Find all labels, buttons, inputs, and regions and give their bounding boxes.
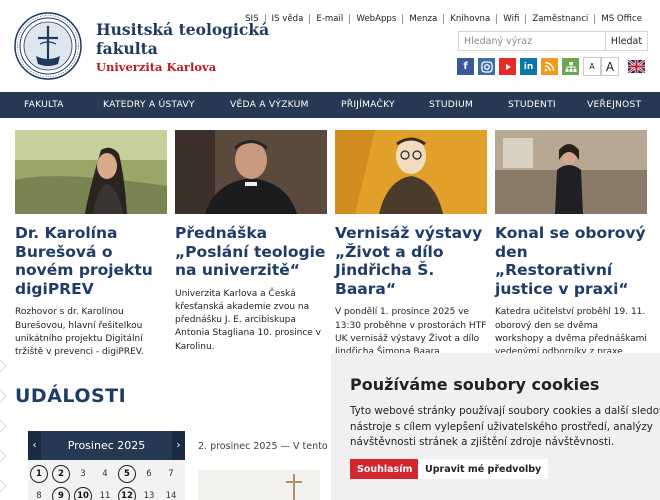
news-card[interactable]: Vernisáž výstavy „Život a dílo Jindřicha… bbox=[335, 130, 487, 359]
news-title[interactable]: Přednáška „Poslání teologie na univerzit… bbox=[175, 224, 327, 280]
social-links: f in bbox=[457, 58, 579, 75]
cookie-heading: Používáme soubory cookies bbox=[350, 375, 600, 394]
instagram-icon[interactable] bbox=[478, 58, 495, 75]
top-links: SIS IS věda E-mail WebApps Menza Knihovn… bbox=[239, 14, 648, 24]
calendar-day: 3 bbox=[80, 469, 86, 479]
events-calendar: ‹ Prosinec 2025 › 1 2 3 4 5 6 7 8 9 10 1… bbox=[28, 431, 185, 500]
brand-block[interactable]: Husitská teologická fakulta Univerzita K… bbox=[96, 20, 269, 74]
main-navigation: FAKULTA KATEDRY A ÚSTAVY VĚDA A VÝZKUM P… bbox=[0, 92, 660, 118]
site-header: Husitská teologická fakulta Univerzita K… bbox=[0, 0, 660, 92]
search-box: Hledaný výraz Hledat bbox=[458, 31, 648, 51]
news-title[interactable]: Konal se oborový den „Restorativní justi… bbox=[495, 224, 647, 298]
calendar-day[interactable]: 5 bbox=[118, 465, 136, 483]
news-photo-portrait-baar[interactable] bbox=[335, 130, 487, 214]
calendar-day[interactable]: 1 bbox=[30, 465, 48, 483]
event-thumbnail[interactable] bbox=[198, 470, 320, 500]
calendar-day[interactable]: 2 bbox=[52, 465, 70, 483]
calendar-day[interactable]: 9 bbox=[52, 487, 70, 500]
toplink-webapps[interactable]: WebApps bbox=[349, 14, 402, 24]
nav-item-studium[interactable]: STUDIUM bbox=[429, 99, 473, 110]
news-photo-archbishop[interactable] bbox=[175, 130, 327, 214]
nav-item-katedry[interactable]: KATEDRY A ÚSTAVY bbox=[103, 99, 195, 110]
calendar-day: 4 bbox=[102, 469, 108, 479]
calendar-day: 8 bbox=[36, 491, 42, 500]
toplink-sis[interactable]: SIS bbox=[239, 14, 264, 24]
calendar-next-button[interactable]: › bbox=[171, 431, 185, 460]
calendar-day: 11 bbox=[99, 491, 111, 500]
news-perex: Katedra učitelství proběhl 19. 11. oboro… bbox=[495, 307, 647, 357]
news-perex: Rozhovor s dr. Karolínou Burešovou, hlav… bbox=[15, 307, 144, 357]
news-card[interactable]: Přednáška „Poslání teologie na univerzit… bbox=[175, 130, 327, 354]
event-item-date[interactable]: 2. prosinec 2025 — V tento den bbox=[198, 441, 349, 452]
nav-item-prijimacky[interactable]: PŘIJÍMAČKY bbox=[341, 99, 395, 110]
calendar-day: 7 bbox=[168, 469, 174, 479]
decorative-edge-pattern bbox=[0, 359, 7, 493]
toplink-is-veda[interactable]: IS věda bbox=[264, 14, 310, 24]
events-heading: UDÁLOSTI bbox=[15, 385, 127, 407]
calendar-day: 6 bbox=[146, 469, 152, 479]
university-name: Univerzita Karlova bbox=[96, 60, 217, 74]
search-button[interactable]: Hledat bbox=[606, 31, 648, 51]
calendar-day[interactable]: 10 bbox=[74, 487, 92, 500]
toplink-menza[interactable]: Menza bbox=[402, 14, 443, 24]
calendar-day: 14 bbox=[165, 491, 177, 500]
cookie-text: Tyto webové stránky používají soubory co… bbox=[350, 405, 660, 448]
font-larger-button[interactable]: A bbox=[601, 57, 619, 76]
calendar-day: 13 bbox=[143, 491, 155, 500]
toplink-ms-office[interactable]: MS Office bbox=[594, 14, 648, 24]
faculty-seal-logo[interactable] bbox=[14, 12, 82, 80]
news-perex: V pondělí 1. prosince 2025 ve 13:30 prob… bbox=[335, 307, 487, 357]
toplink-wifi[interactable]: Wifi bbox=[496, 14, 525, 24]
brand-name-line2: fakulta bbox=[96, 39, 158, 58]
nav-item-studenti[interactable]: STUDENTI bbox=[508, 99, 556, 110]
news-card[interactable]: Dr. Karolína Burešová o novém projektu d… bbox=[15, 130, 167, 359]
linkedin-icon[interactable]: in bbox=[520, 58, 537, 75]
calendar-day[interactable]: 12 bbox=[118, 487, 136, 500]
news-title[interactable]: Vernisáž výstavy „Život a dílo Jindřicha… bbox=[335, 224, 487, 298]
news-photo-woman[interactable] bbox=[15, 130, 167, 214]
calendar-days: 1 2 3 4 5 6 7 8 9 10 11 12 13 14 bbox=[28, 460, 185, 500]
cookie-banner: Používáme soubory cookies Tyto webové st… bbox=[331, 353, 660, 500]
toplink-email[interactable]: E-mail bbox=[309, 14, 349, 24]
facebook-icon[interactable]: f bbox=[457, 58, 474, 75]
toplink-zamestnanci[interactable]: Zaměstnanci bbox=[525, 14, 594, 24]
nav-item-fakulta[interactable]: FAKULTA bbox=[24, 99, 64, 110]
nav-item-verejnost[interactable]: VEŘEJNOST bbox=[587, 99, 641, 110]
rss-icon[interactable] bbox=[541, 58, 558, 75]
calendar-prev-button[interactable]: ‹ bbox=[28, 431, 41, 460]
english-flag-icon[interactable] bbox=[628, 60, 645, 73]
search-input[interactable]: Hledaný výraz bbox=[458, 31, 606, 51]
cookie-preferences-button[interactable]: Upravit mé předvolby bbox=[418, 459, 549, 479]
cookie-accept-button[interactable]: Souhlasím bbox=[350, 459, 420, 479]
toplink-knihovna[interactable]: Knihovna bbox=[443, 14, 496, 24]
news-title[interactable]: Dr. Karolína Burešová o novém projektu d… bbox=[15, 224, 167, 298]
news-card[interactable]: Konal se oborový den „Restorativní justi… bbox=[495, 130, 647, 359]
font-smaller-button[interactable]: A bbox=[583, 57, 601, 76]
news-perex: Univerzita Karlova a Česká křesťanská ak… bbox=[175, 288, 322, 352]
nav-item-veda[interactable]: VĚDA A VÝZKUM bbox=[230, 99, 309, 110]
sitemap-icon[interactable] bbox=[562, 58, 579, 75]
youtube-icon[interactable] bbox=[499, 58, 516, 75]
calendar-month: Prosinec 2025 bbox=[67, 439, 146, 452]
news-photo-lecture[interactable] bbox=[495, 130, 647, 214]
